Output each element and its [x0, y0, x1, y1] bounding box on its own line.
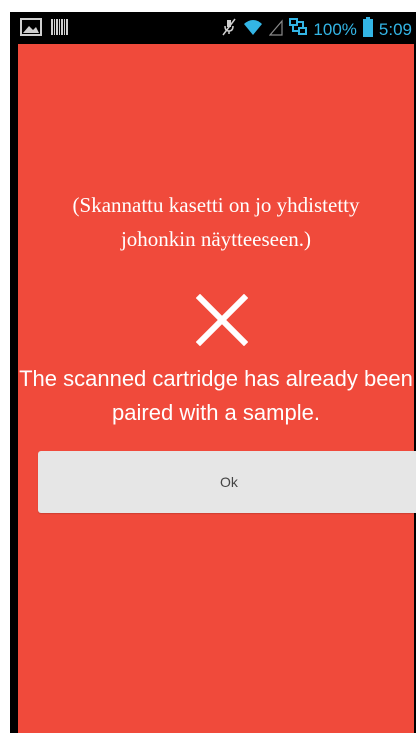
mute-icon: [221, 17, 237, 42]
status-time: 5:09: [378, 19, 412, 39]
battery-icon: [362, 17, 373, 42]
sync-icon: [289, 18, 308, 41]
wifi-icon: [243, 18, 263, 41]
status-bar-right: 100% 5:09: [221, 17, 412, 42]
signal-icon: [269, 18, 284, 41]
ok-button-label: Ok: [220, 474, 238, 490]
error-screen: (Skannattu kasetti on jo yhdistetty joho…: [18, 44, 416, 733]
barcode-icon: [50, 18, 70, 41]
device-frame: 100% 5:09 (Skannattu kasetti on jo yhdis…: [10, 12, 416, 733]
message-english: The scanned cartridge has already been p…: [19, 366, 413, 425]
battery-percent: 100%: [313, 19, 357, 39]
message-finnish: (Skannattu kasetti on jo yhdistetty joho…: [72, 193, 360, 251]
status-bar-left: [20, 18, 70, 41]
ok-button[interactable]: Ok: [38, 451, 416, 513]
close-icon: [195, 293, 249, 347]
status-bar: 100% 5:09: [10, 12, 416, 44]
image-icon: [20, 18, 42, 41]
